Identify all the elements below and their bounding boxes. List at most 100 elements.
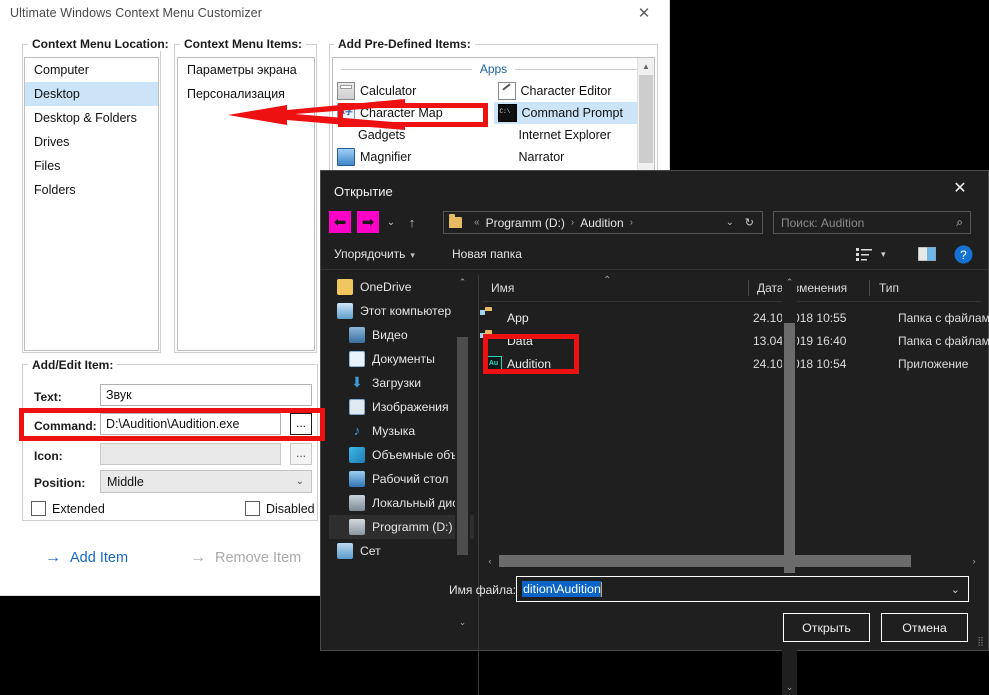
predefined-item-character-editor[interactable]: Character Editor [494,80,655,102]
breadcrumb[interactable]: « Programm (D:) › Audition › ⌄ ↻ [443,211,763,234]
scroll-left-icon[interactable]: ‹ [482,553,498,569]
location-item-drives[interactable]: Drives [25,130,158,154]
location-item-computer[interactable]: Computer [25,58,158,82]
predefined-item-character-map[interactable]: A字 Character Map [333,102,494,124]
location-item-folders[interactable]: Folders [25,178,158,202]
add-item-button[interactable]: → Add Item [45,549,128,567]
pane-splitter[interactable] [478,275,479,695]
close-icon[interactable]: ✕ [938,175,982,201]
navigation-tree[interactable]: OneDrive Этот компьютер Видео Документы … [329,275,474,630]
tree-item-label: Видео [372,328,408,342]
predefined-item-magnifier[interactable]: Magnifier [333,146,494,168]
icon-input[interactable] [100,443,281,465]
menu-item-display-settings[interactable]: Параметры экрана [178,58,314,82]
location-item-desktop[interactable]: Desktop [25,82,158,106]
column-header-name[interactable]: Имя [491,275,514,301]
network-icon [337,543,353,559]
predefined-items-listbox[interactable]: Apps Calculator Character Editor A字 Char… [332,57,655,171]
scroll-up-icon[interactable]: ⌃ [455,275,470,290]
audition-app-icon: Au [485,356,502,372]
file-date: 24.10.2018 10:55 [753,311,847,325]
column-divider[interactable] [869,280,870,296]
icon-browse-button[interactable]: ... [290,443,312,465]
resize-grip[interactable]: ⣿ [977,636,984,647]
search-input[interactable]: Поиск: Audition ⌕ [773,211,971,234]
position-select[interactable]: Middle ⌄ [100,470,312,493]
chevron-down-icon[interactable]: ⌄ [951,583,960,596]
scroll-down-icon[interactable]: ⌄ [455,615,470,630]
predefined-item-gadgets[interactable]: Gadgets [333,124,494,146]
column-header-date[interactable]: Дата изменения [757,275,847,301]
refresh-icon[interactable]: ↻ [745,216,754,229]
text-input[interactable]: Звук [100,384,312,406]
scroll-right-icon[interactable]: › [966,553,982,569]
disabled-checkbox[interactable]: Disabled [245,501,315,516]
predefined-item-command-prompt[interactable]: C:\ Command Prompt [493,102,654,124]
menu-items-listbox[interactable]: Параметры экрана Персонализация [177,57,315,351]
recent-locations-chevron-down-icon[interactable]: ⌄ [383,211,399,233]
command-input[interactable]: D:\Audition\Audition.exe [100,413,281,435]
column-header-type[interactable]: Тип [879,275,899,301]
predefined-scrollbar[interactable]: ▲ [637,58,654,170]
breadcrumb-item-drive[interactable]: Programm (D:) [486,216,565,230]
predefined-item-internet-explorer[interactable]: Internet Explorer [494,124,655,146]
location-listbox[interactable]: Computer Desktop Desktop & Folders Drive… [24,57,159,351]
help-icon[interactable]: ? [954,245,973,267]
tree-scrollbar[interactable]: ⌃ ⌄ [455,275,470,630]
cancel-button[interactable]: Отмена [881,613,968,642]
checkbox-box[interactable] [245,501,260,516]
back-arrow-icon[interactable]: ⬅ [329,211,351,233]
apps-section-label: Apps [479,62,508,76]
menu-item-personalization[interactable]: Персонализация [178,82,314,106]
predefined-item-calculator[interactable]: Calculator [333,80,494,102]
open-button[interactable]: Открыть [783,613,870,642]
table-row[interactable]: Data 13.04.2019 16:40 Папка с файлами [483,330,989,353]
tree-item-downloads[interactable]: ⬇ Загрузки [329,371,474,395]
scrollbar-thumb[interactable] [639,75,653,163]
scroll-up-icon[interactable]: ⌃ [782,275,797,290]
view-chevron-down-icon[interactable]: ▾ [881,249,886,260]
table-row[interactable]: App 24.10.2018 10:55 Папка с файлами [483,307,989,330]
view-list-icon[interactable] [856,247,872,264]
tree-item-pictures[interactable]: Изображения [329,395,474,419]
file-list-hscrollbar[interactable]: ‹ › [482,553,982,569]
command-browse-button[interactable]: ... [290,413,312,435]
scrollbar-thumb[interactable] [784,323,795,573]
tree-item-this-pc[interactable]: Этот компьютер [329,299,474,323]
organize-button[interactable]: Упорядочить ▾ [334,247,415,261]
tree-item-music[interactable]: ♪ Музыка [329,419,474,443]
scrollbar-thumb[interactable] [499,555,911,567]
scroll-down-icon[interactable]: ⌄ [782,680,797,695]
tree-item-3d-objects[interactable]: Объемные объ [329,443,474,467]
column-divider[interactable] [748,280,749,296]
position-value: Middle [107,475,144,489]
extended-checkbox[interactable]: Extended [31,501,105,516]
3d-objects-icon [349,447,365,463]
table-row[interactable]: Au Audition 24.10.2018 10:54 Приложение [483,353,968,376]
remove-item-button[interactable]: → Remove Item [190,549,301,567]
tree-item-desktop[interactable]: Рабочий стол [329,467,474,491]
predefined-item-narrator[interactable]: Narrator [494,146,655,168]
close-icon[interactable]: ✕ [627,2,661,24]
tree-item-network[interactable]: Сет [329,539,474,563]
tree-item-programm-d[interactable]: Programm (D:) [329,515,474,539]
tree-item-documents[interactable]: Документы [329,347,474,371]
forward-arrow-icon[interactable]: ➡ [357,211,379,233]
preview-pane-icon[interactable] [917,246,937,264]
location-item-desktop-folders[interactable]: Desktop & Folders [25,106,158,130]
location-item-files[interactable]: Files [25,154,158,178]
breadcrumb-chevron-down-icon[interactable]: ⌄ [726,217,734,228]
tree-item-label: OneDrive [360,280,412,294]
filename-input[interactable]: dition\Audition ⌄ [516,576,969,602]
tree-item-onedrive[interactable]: OneDrive [329,275,474,299]
tree-item-videos[interactable]: Видео [329,323,474,347]
breadcrumb-item-audition[interactable]: Audition [580,216,623,230]
calculator-icon [337,82,355,100]
new-folder-button[interactable]: Новая папка [452,247,522,261]
scrollbar-thumb[interactable] [457,337,468,555]
up-arrow-icon[interactable]: ↑ [403,211,421,233]
context-menu-items-label: Context Menu Items: [180,37,307,51]
tree-item-local-disk[interactable]: Локальный дис [329,491,474,515]
scroll-up-icon[interactable]: ▲ [638,58,654,74]
checkbox-box[interactable] [31,501,46,516]
